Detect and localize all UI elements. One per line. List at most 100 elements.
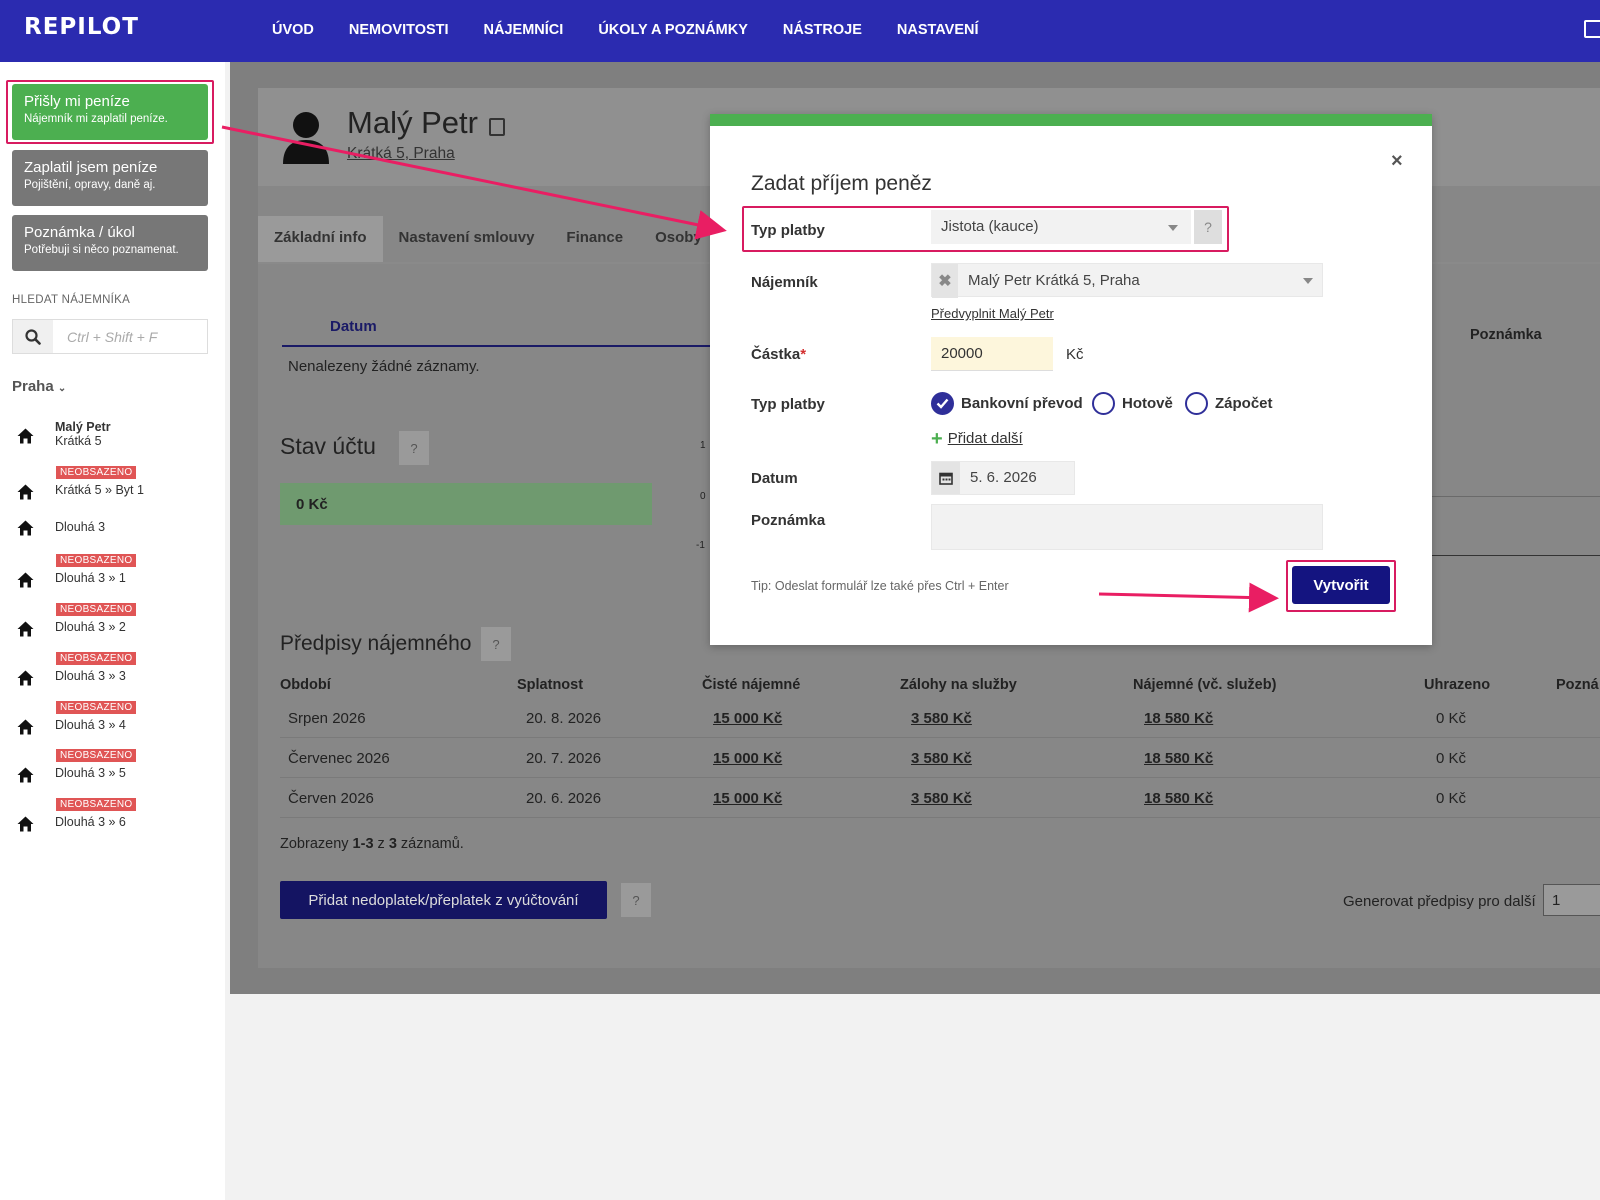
- cell-services[interactable]: 3 580 Kč: [911, 710, 972, 727]
- property-name: Dlouhá 3 » 1: [55, 571, 126, 585]
- nav-nemovitosti[interactable]: NEMOVITOSTI: [349, 22, 449, 38]
- amount-input[interactable]: [931, 337, 1053, 371]
- clear-icon[interactable]: ✖: [932, 264, 958, 298]
- search-icon[interactable]: [13, 320, 53, 353]
- note-label: Poznámka: [751, 512, 826, 529]
- cell-services[interactable]: 3 580 Kč: [911, 750, 972, 767]
- balance-help-button[interactable]: ?: [399, 431, 429, 465]
- tab-finance[interactable]: Finance: [550, 216, 639, 262]
- radio-cash[interactable]: Hotově: [1092, 392, 1173, 415]
- chart-axis: [1432, 555, 1600, 556]
- radio-bank-transfer[interactable]: Bankovní převod: [931, 392, 1083, 415]
- nav-ukoly[interactable]: ÚKOLY A POZNÁMKY: [598, 22, 748, 38]
- radio-bank-transfer-label: Bankovní převod: [961, 395, 1083, 412]
- close-icon[interactable]: ×: [1391, 150, 1403, 173]
- money-paid-subtitle: Pojištění, opravy, daně aj.: [24, 179, 156, 191]
- sidebar: Přišly mi peníze Nájemník mi zaplatil pe…: [0, 62, 225, 1200]
- city-label: Praha: [12, 378, 54, 395]
- copy-icon[interactable]: [489, 118, 505, 136]
- balance-title: Stav účtu: [280, 433, 376, 459]
- add-more-link[interactable]: + Přidat další: [931, 427, 1023, 450]
- tab-contract-settings[interactable]: Nastavení smlouvy: [383, 216, 551, 262]
- vacant-badge: NEOBSAZENO: [56, 701, 137, 714]
- tenant-label: Nájemník: [751, 274, 818, 291]
- home-icon: [17, 572, 34, 588]
- required-marker: *: [800, 346, 807, 363]
- date-input[interactable]: 5. 6. 2026: [931, 461, 1075, 495]
- nav-nastroje[interactable]: NÁSTROJE: [783, 22, 862, 38]
- cell-due: 20. 8. 2026: [526, 710, 602, 727]
- col-services: Zálohy na služby: [900, 677, 1017, 693]
- tenant-select[interactable]: ✖ Malý Petr Krátká 5, Praha: [931, 263, 1323, 298]
- add-settlement-help-button[interactable]: ?: [621, 883, 651, 917]
- home-icon: [17, 520, 34, 536]
- records-count-mid: z: [373, 836, 389, 852]
- add-settlement-button[interactable]: Přidat nedoplatek/přeplatek z vyúčtování: [280, 881, 607, 919]
- cell-total[interactable]: 18 580 Kč: [1144, 750, 1213, 767]
- cell-services[interactable]: 3 580 Kč: [911, 790, 972, 807]
- note-task-button[interactable]: Poznámka / úkol Potřebuji si něco poznam…: [12, 215, 208, 271]
- wallet-icon[interactable]: [1584, 20, 1600, 38]
- home-icon: [17, 816, 34, 832]
- balance-value: 0 Kč: [296, 496, 328, 513]
- generate-label: Generovat předpisy pro další: [1343, 893, 1536, 910]
- radio-checked-icon: [931, 392, 954, 415]
- calendar-icon[interactable]: [932, 462, 960, 494]
- payment-type-value: Jistota (kauce): [941, 218, 1039, 235]
- nav-uvod[interactable]: ÚVOD: [272, 22, 314, 38]
- payment-type-help-button[interactable]: ?: [1194, 210, 1222, 244]
- cell-net-rent[interactable]: 15 000 Kč: [713, 750, 782, 767]
- records-count: Zobrazeny 1-3 z 3 záznamů.: [280, 836, 464, 852]
- tab-basic-info[interactable]: Základní info: [258, 216, 383, 262]
- home-icon: [17, 621, 34, 637]
- property-name: Dlouhá 3 » 5: [55, 766, 126, 780]
- prefill-link[interactable]: Předvyplnit Malý Petr: [931, 306, 1054, 321]
- property-name: Krátká 5 » Byt 1: [55, 483, 144, 497]
- logo[interactable]: REPILOT: [24, 14, 139, 40]
- col-note: Pozná: [1556, 677, 1599, 693]
- chart-tick: 1: [700, 440, 706, 451]
- records-count-prefix: Zobrazeny: [280, 836, 353, 852]
- payments-note-header: Poznámka: [1470, 327, 1542, 343]
- cell-period: Červenec 2026: [288, 750, 390, 767]
- plus-icon: +: [931, 427, 943, 450]
- cell-period: Červen 2026: [288, 790, 374, 807]
- money-received-title: Přišly mi peníze: [24, 93, 130, 110]
- generate-count-input[interactable]: [1543, 884, 1600, 916]
- table-row: Červen 2026 20. 6. 2026 15 000 Kč 3 580 Kč 1…: [280, 778, 1600, 818]
- cell-net-rent[interactable]: 15 000 Kč: [713, 710, 782, 727]
- tenant-address[interactable]: Krátká 5, Praha: [347, 145, 455, 163]
- payment-type-select[interactable]: Jistota (kauce) ?: [931, 210, 1222, 244]
- add-more-label: Přidat další: [947, 430, 1023, 447]
- records-count-total: 3: [388, 836, 397, 852]
- city-filter[interactable]: Praha ⌄: [12, 378, 66, 395]
- money-received-subtitle: Nájemník mi zaplatil peníze.: [24, 113, 168, 125]
- cell-total[interactable]: 18 580 Kč: [1144, 710, 1213, 727]
- search-input[interactable]: [57, 320, 205, 353]
- records-count-range: 1-3: [352, 836, 374, 852]
- money-paid-button[interactable]: Zaplatil jsem peníze Pojištění, opravy, …: [12, 150, 208, 206]
- balance-bar: [280, 483, 652, 525]
- create-button[interactable]: Vytvořit: [1292, 566, 1390, 604]
- tab-persons[interactable]: Osoby: [639, 216, 718, 262]
- cell-due: 20. 6. 2026: [526, 790, 602, 807]
- amount-label-text: Částka: [751, 346, 801, 363]
- cell-total[interactable]: 18 580 Kč: [1144, 790, 1213, 807]
- nav-najemnici[interactable]: NÁJEMNÍCI: [484, 22, 564, 38]
- cell-period: Srpen 2026: [288, 710, 366, 727]
- note-textarea[interactable]: [931, 504, 1323, 550]
- radio-offset[interactable]: Zápočet: [1185, 392, 1273, 415]
- chart-tick: -1: [696, 540, 705, 551]
- rent-help-button[interactable]: ?: [481, 627, 511, 661]
- vacant-badge: NEOBSAZENO: [56, 798, 137, 811]
- amount-label: Částka*: [751, 346, 806, 363]
- cell-net-rent[interactable]: 15 000 Kč: [713, 790, 782, 807]
- home-icon: [17, 428, 34, 444]
- money-received-button[interactable]: Přišly mi peníze Nájemník mi zaplatil pe…: [12, 84, 208, 140]
- nav-nastaveni[interactable]: NASTAVENÍ: [897, 22, 979, 38]
- cell-paid: 0 Kč: [1436, 750, 1467, 767]
- chart-gridline: [1432, 496, 1600, 497]
- header-underline: [282, 345, 712, 347]
- payments-date-header[interactable]: Datum: [330, 318, 377, 335]
- col-period: Období: [280, 677, 331, 693]
